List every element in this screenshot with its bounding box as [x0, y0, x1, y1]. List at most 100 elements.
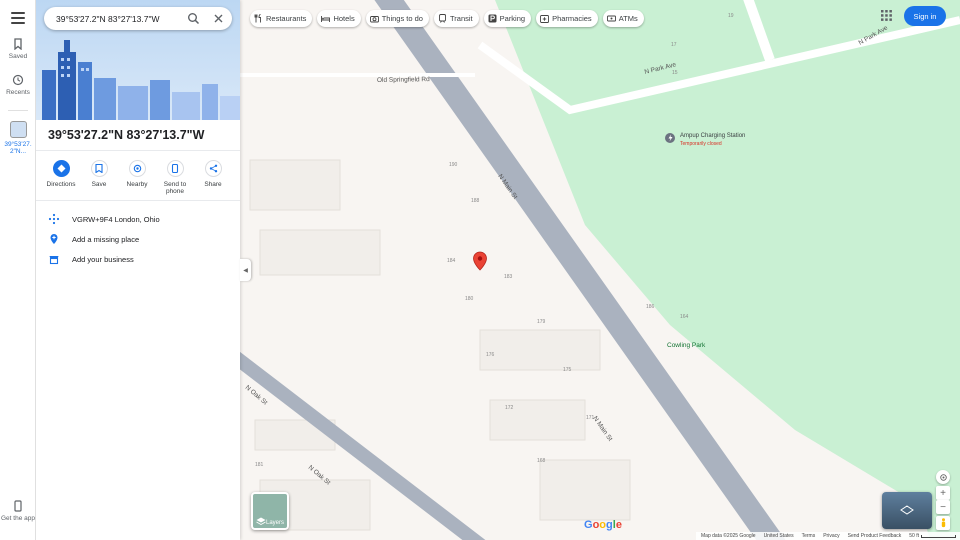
plus-code-row[interactable]: VGRW+9F4 London, Ohio: [48, 213, 160, 225]
send-to-phone-button[interactable]: Send to phone: [156, 160, 194, 195]
side-rail: Saved Recents 39°53'27.2"N... Get the ap…: [0, 0, 36, 540]
svg-text:168: 168: [537, 458, 546, 464]
map-footer: Map data ©2025 Google United States Term…: [696, 532, 960, 540]
phone-icon: [171, 164, 179, 173]
add-business-row[interactable]: Add your business: [48, 253, 134, 265]
storefront-icon: [49, 256, 59, 265]
zoom-out-button[interactable]: −: [936, 500, 950, 514]
plus-code-text: VGRW+9F4 London, Ohio: [72, 214, 160, 224]
apps-grid-icon[interactable]: [881, 10, 892, 21]
save-label: Save: [91, 181, 107, 188]
minus-icon: −: [940, 501, 946, 513]
divider: [36, 200, 240, 201]
send-to-phone-label: Send to phone: [163, 181, 187, 195]
add-missing-place-row[interactable]: Add a missing place: [48, 233, 139, 245]
street-view-thumbnail[interactable]: [882, 492, 932, 529]
pegman-icon: [941, 518, 945, 528]
directions-label: Directions: [46, 181, 76, 188]
place-panel: 39°53'27.2"N 83°27'13.7"W Directions Sav…: [36, 0, 240, 540]
springfield-street-label: Old Springfield Rd: [377, 76, 430, 84]
my-location-button[interactable]: [936, 470, 950, 484]
close-icon[interactable]: [212, 12, 225, 25]
bed-icon: [321, 16, 331, 22]
collapse-panel-button[interactable]: ◀: [240, 259, 251, 281]
camera-icon: [369, 16, 379, 23]
get-app-label: Get the app: [1, 515, 35, 522]
search-input[interactable]: [56, 13, 176, 24]
search-icon[interactable]: [187, 12, 200, 25]
svg-text:172: 172: [505, 405, 514, 411]
svg-text:181: 181: [255, 462, 264, 468]
menu-button[interactable]: [11, 12, 25, 24]
svg-text:188: 188: [471, 198, 480, 204]
current-place-button[interactable]: 39°53'27.2"N...: [0, 121, 36, 155]
street-view-icon: [900, 505, 914, 515]
search-box: [44, 7, 232, 30]
place-title: 39°53'27.2"N 83°27'13.7"W: [48, 128, 205, 142]
sign-in-button[interactable]: Sign in: [904, 6, 946, 26]
scale-label[interactable]: 50 ft: [909, 533, 919, 539]
rail-divider: [8, 110, 28, 111]
chip-transit[interactable]: Transit: [433, 10, 479, 27]
nearby-button[interactable]: Nearby: [118, 160, 156, 195]
chip-things-to-do[interactable]: Things to do: [365, 10, 429, 27]
svg-text:180: 180: [465, 296, 474, 302]
add-place-icon: [50, 234, 58, 244]
pegman-button[interactable]: [936, 516, 950, 530]
train-icon: [439, 14, 446, 23]
chip-pharmacies[interactable]: Pharmacies: [536, 10, 598, 27]
nearby-label: Nearby: [126, 181, 148, 188]
pharmacy-icon: [540, 15, 550, 23]
svg-text:17: 17: [671, 42, 677, 48]
park-label: Cowling Park: [667, 342, 706, 349]
get-app-button[interactable]: Get the app: [0, 500, 36, 522]
current-place-label: 39°53'27.2"N...: [4, 141, 32, 155]
charging-station-status: Temporarily closed: [680, 141, 722, 147]
chip-parking[interactable]: Parking: [483, 10, 532, 27]
saved-button[interactable]: Saved: [0, 38, 36, 60]
bookmark-icon: [95, 164, 103, 173]
chip-hotels[interactable]: Hotels: [317, 10, 361, 27]
chevron-left-icon: ◀: [243, 267, 248, 274]
layers-button[interactable]: Layers: [251, 492, 289, 530]
chip-label: ATMs: [618, 14, 638, 23]
map-graphics: Old Springfield Rd N Park Ave N Park Ave…: [240, 0, 960, 540]
svg-text:15: 15: [672, 70, 678, 76]
svg-text:19: 19: [728, 13, 734, 19]
divider: [36, 150, 240, 151]
svg-text:190: 190: [449, 162, 458, 168]
chip-label: Things to do: [381, 14, 423, 23]
svg-text:179: 179: [537, 319, 546, 325]
directions-icon: [57, 164, 65, 173]
country-label: United States: [763, 533, 794, 539]
atm-icon: [606, 15, 616, 22]
history-icon: [12, 74, 24, 86]
recents-button[interactable]: Recents: [0, 74, 36, 96]
svg-text:183: 183: [504, 274, 513, 280]
share-icon: [209, 164, 217, 173]
plus-icon: +: [940, 487, 946, 499]
my-location-icon: [939, 473, 947, 481]
chip-restaurants[interactable]: Restaurants: [250, 10, 313, 27]
privacy-link[interactable]: Privacy: [823, 533, 839, 539]
share-button[interactable]: Share: [194, 160, 232, 195]
charging-station-label: Ampup Charging Station: [680, 133, 745, 139]
chip-label: Pharmacies: [552, 14, 592, 23]
save-button[interactable]: Save: [80, 160, 118, 195]
svg-text:186: 186: [646, 304, 655, 310]
layers-icon: [256, 517, 266, 525]
terms-link[interactable]: Terms: [802, 533, 816, 539]
svg-text:171: 171: [586, 415, 595, 421]
map-canvas[interactable]: Old Springfield Rd N Park Ave N Park Ave…: [240, 0, 960, 540]
bookmark-icon: [14, 38, 22, 50]
plus-code-icon: [48, 213, 60, 225]
svg-text:184: 184: [447, 258, 456, 264]
zoom-in-button[interactable]: +: [936, 486, 950, 500]
action-bar: Directions Save Nearby Send to phone Sha…: [42, 160, 234, 195]
chip-atms[interactable]: ATMs: [602, 10, 644, 27]
feedback-link[interactable]: Send Product Feedback: [848, 533, 902, 539]
fork-knife-icon: [254, 14, 261, 23]
nearby-icon: [133, 164, 141, 173]
google-logo: Google: [584, 519, 622, 531]
directions-button[interactable]: Directions: [42, 160, 80, 195]
